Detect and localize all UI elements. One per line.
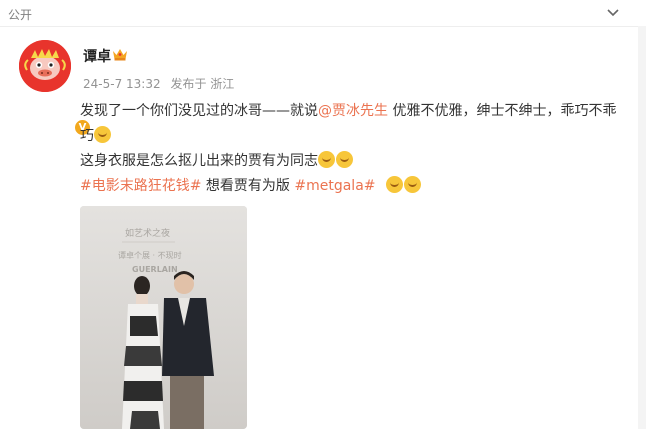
grin-emoji-icon (318, 151, 335, 168)
post-text-segment: 发现了一个你们没见过的冰哥——就说 (80, 103, 318, 119)
visibility-label: 公开 (8, 8, 33, 22)
scrollbar[interactable] (638, 26, 646, 429)
photo-image: 如艺术之夜 谭卓个展 · 不现时 GUERLAIN (80, 206, 247, 429)
post-time[interactable]: 24-5-7 13:32 (83, 77, 161, 91)
post-line-2: 这身衣服是怎么抠儿出来的贾有为同志 (80, 149, 625, 174)
laugh-emoji-icon (385, 176, 403, 193)
crown-icon (113, 49, 127, 61)
backdrop-text-2: 谭卓个展 · 不现时 (118, 250, 182, 260)
backdrop-text-3: GUERLAIN (132, 265, 178, 274)
top-bar: 公开 (0, 0, 646, 27)
post-photo[interactable]: 如艺术之夜 谭卓个展 · 不现时 GUERLAIN (80, 206, 247, 429)
hashtag-link[interactable]: #电影末路狂花钱# (80, 178, 201, 194)
post-line-1: 发现了一个你们没见过的冰哥——就说@贾冰先生 优雅不优雅，绅士不绅士，乖巧不乖巧 (80, 99, 625, 149)
mention-link[interactable]: @贾冰先生 (318, 103, 388, 119)
avatar[interactable]: V (19, 40, 92, 137)
post-text-segment: 想看贾有为版 (201, 178, 295, 194)
backdrop-text-1: 如艺术之夜 (125, 227, 170, 239)
grin-emoji-icon (336, 151, 353, 168)
chevron-down-icon[interactable] (606, 5, 620, 19)
post-source: 发布于 浙江 (170, 77, 235, 91)
post-text-segment: 这身衣服是怎么抠儿出来的贾有为同志 (80, 153, 318, 169)
dragon-avatar-icon (19, 40, 71, 92)
laugh-emoji-icon (403, 176, 421, 193)
username[interactable]: 谭卓 (83, 46, 111, 66)
post-text: 发现了一个你们没见过的冰哥——就说@贾冰先生 优雅不优雅，绅士不绅士，乖巧不乖巧… (80, 99, 625, 199)
post-line-3: #电影末路狂花钱# 想看贾有为版 #metgala# (80, 174, 625, 199)
hashtag-link[interactable]: #metgala# (294, 178, 375, 194)
post-meta: 24-5-7 13:32 发布于 浙江 (83, 75, 240, 92)
grin-emoji-icon (94, 126, 111, 143)
